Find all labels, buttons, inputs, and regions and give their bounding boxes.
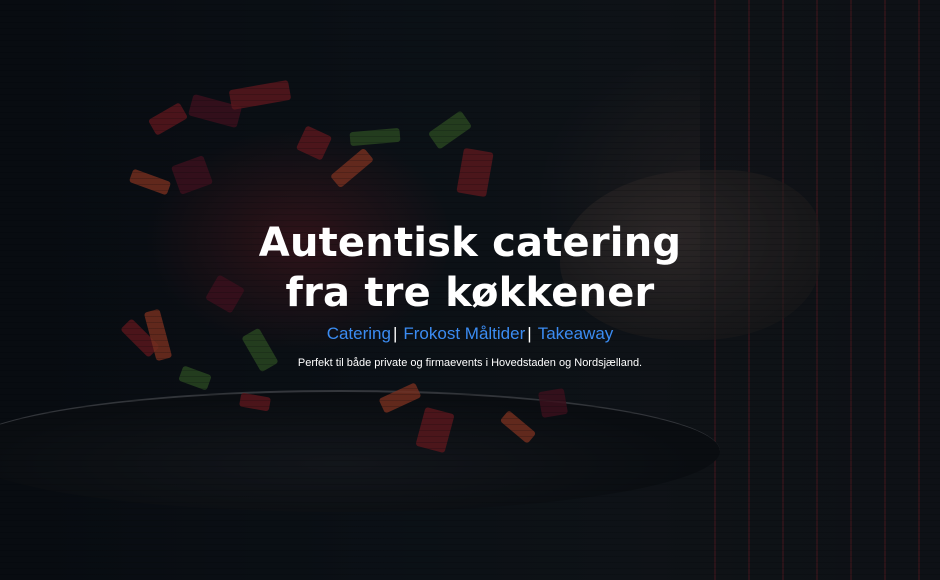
frokost-maaltider-link[interactable]: Frokost Måltider [403, 324, 525, 343]
takeaway-link[interactable]: Takeaway [538, 324, 614, 343]
link-separator: | [392, 324, 398, 343]
hero-section: Autentisk catering fra tre køkkener Cate… [0, 0, 940, 580]
hero-headline: Autentisk catering fra tre køkkener [0, 218, 940, 318]
link-separator: | [527, 324, 532, 343]
service-links: Catering | Frokost Måltider | Takeaway [0, 322, 940, 346]
hero-content: Autentisk catering fra tre køkkener Cate… [0, 218, 940, 370]
catering-link[interactable]: Catering [327, 324, 391, 343]
headline-line-2: fra tre køkkener [285, 270, 655, 316]
hero-tagline: Perfekt til både private og firmaevents … [297, 357, 643, 369]
headline-line-1: Autentisk catering [258, 220, 682, 266]
